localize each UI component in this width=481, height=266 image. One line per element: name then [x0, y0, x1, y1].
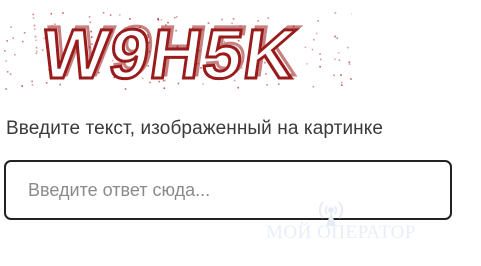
watermark-label: МОЙ ОПЕРАТОР: [266, 222, 416, 243]
captcha-answer-field[interactable]: [4, 160, 452, 220]
captcha-canvas: W9H5K W9H5K: [4, 12, 352, 90]
captcha-text: W9H5K: [37, 14, 303, 90]
captcha-image: W9H5K W9H5K: [4, 12, 352, 90]
captcha-answer-input[interactable]: [6, 162, 450, 218]
captcha-prompt-label: Введите текст, изображенный на картинке: [6, 118, 384, 139]
